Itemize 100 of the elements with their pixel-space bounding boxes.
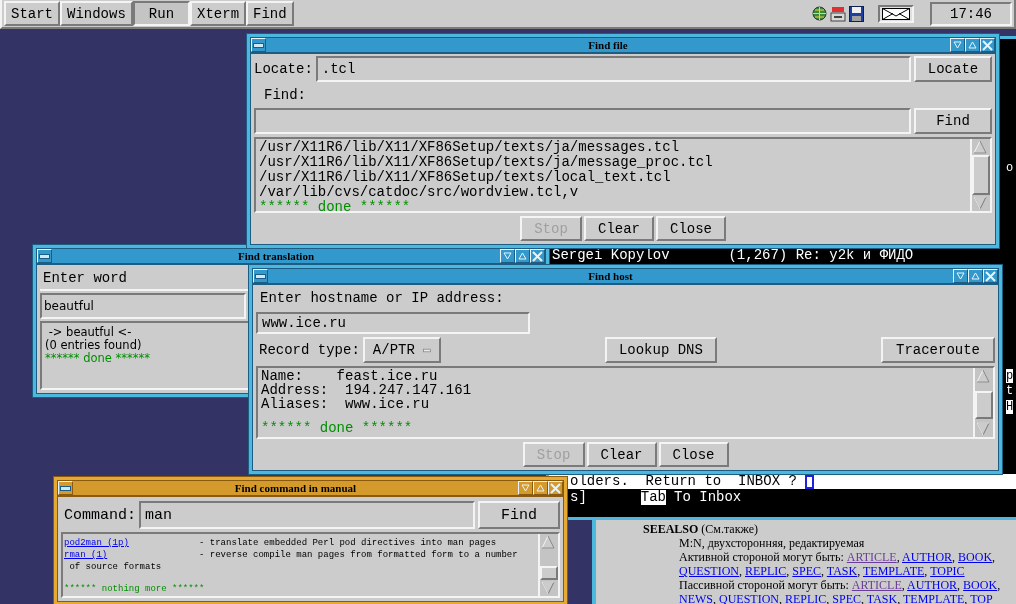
scrollbar[interactable] xyxy=(970,139,990,211)
reference-link[interactable]: NEWS xyxy=(679,592,713,604)
prompt-text: olders. Return to INBOX ? xyxy=(570,474,798,489)
taskbar-button[interactable]: Windows xyxy=(60,1,133,26)
window-title: Find file xyxy=(587,39,629,51)
envelope-icon xyxy=(882,7,910,20)
result-line: (0 entries found) xyxy=(45,339,142,352)
text-line: Пассивной стороной могут быть: ARTICLE, AUTHOR, BOOK, xyxy=(678,578,1002,592)
field-label: Record type: xyxy=(259,342,360,358)
minimize-button[interactable] xyxy=(950,38,965,52)
menu-bar-icon xyxy=(255,273,266,279)
minimize-button[interactable] xyxy=(518,481,533,495)
window-menu-button[interactable] xyxy=(253,269,268,283)
result-line: /usr/X11R6/lib/X11/XF86Setup/texts/ja/message_proc.tcl xyxy=(259,155,713,170)
minimize-button[interactable] xyxy=(500,249,515,263)
down-triangle-icon xyxy=(956,272,965,280)
field-label: Locate: xyxy=(254,61,313,77)
find-field[interactable] xyxy=(254,108,911,134)
command-field[interactable]: man xyxy=(139,501,475,529)
text-fragment: o xyxy=(1006,161,1014,175)
text-fragment: p xyxy=(1006,369,1014,383)
window-title: Find command in manual xyxy=(233,482,358,494)
status-text: ****** done ****** xyxy=(45,352,150,365)
maximize-button[interactable] xyxy=(533,481,548,495)
up-triangle-icon xyxy=(536,484,545,492)
word-field[interactable]: beautful xyxy=(40,293,246,319)
traceroute-button[interactable]: Traceroute xyxy=(881,337,995,363)
scroll-thumb[interactable] xyxy=(975,391,993,420)
taskbar-button[interactable]: Xterm xyxy=(190,1,247,26)
lookup-dns-button[interactable]: Lookup DNS xyxy=(604,337,717,363)
down-triangle-icon xyxy=(953,41,962,49)
scroll-thumb[interactable] xyxy=(540,566,558,580)
menu-bar-icon xyxy=(253,42,264,48)
key-hint: To Inbox xyxy=(674,490,742,505)
record-type-dropdown[interactable]: A/PTR xyxy=(362,337,441,363)
maximize-button[interactable] xyxy=(965,38,980,52)
menu-bar-icon xyxy=(39,253,50,259)
floppy-icon[interactable] xyxy=(849,5,864,22)
window-menu-button[interactable] xyxy=(58,481,73,495)
result-line: Name: feast.ice.ru xyxy=(261,369,438,383)
status-text: ****** done ****** xyxy=(261,421,413,435)
maximize-button[interactable] xyxy=(515,249,530,263)
window-menu-button[interactable] xyxy=(37,249,52,263)
field-label: Command: xyxy=(63,506,136,524)
message-line: Sergei Kopylov (1,267) Re: y2k и ФИДО xyxy=(552,248,914,263)
text-fragment: t xyxy=(1006,384,1014,398)
command-link[interactable]: pod2man (1p) xyxy=(64,537,199,549)
status-text: ****** nothing more ****** xyxy=(64,583,205,595)
scrollbar[interactable] xyxy=(973,368,993,437)
reference-link[interactable]: TOP xyxy=(970,592,993,604)
result-line: -> beautful <- xyxy=(47,326,132,339)
reference-link[interactable]: TOPIC xyxy=(930,564,965,578)
down-triangle-icon xyxy=(503,252,512,260)
cross-icon xyxy=(532,250,543,262)
field-label: Enter word xyxy=(43,270,127,286)
reference-link[interactable]: ARTICLE xyxy=(851,578,902,592)
taskbar-button[interactable]: Start xyxy=(4,1,60,26)
close-button[interactable] xyxy=(983,269,998,283)
command-description: - translate embedded Perl pod directives into man pages xyxy=(199,537,497,549)
find-button[interactable]: Find xyxy=(478,501,560,529)
mail-button[interactable] xyxy=(878,4,914,23)
menu-bar-icon xyxy=(60,485,71,491)
up-triangle-icon xyxy=(518,252,527,260)
clear-button[interactable]: Clear xyxy=(586,442,657,467)
maximize-button[interactable] xyxy=(968,269,983,283)
find-button[interactable]: Find xyxy=(914,108,992,134)
globe-icon[interactable] xyxy=(812,6,827,21)
window-menu-button[interactable] xyxy=(251,38,266,52)
scrollbar[interactable] xyxy=(538,534,558,596)
close-button[interactable] xyxy=(548,481,563,495)
dropdown-indicator-icon xyxy=(422,347,431,353)
taskbar-button[interactable]: Find xyxy=(246,1,294,26)
hostname-field[interactable]: www.ice.ru xyxy=(256,312,530,334)
result-line: Aliases: www.ice.ru xyxy=(261,397,430,411)
close-button[interactable] xyxy=(980,38,995,52)
window-title: Find translation xyxy=(236,250,316,262)
result-line: /var/lib/cvs/catdoc/src/wordview.tcl,v xyxy=(259,185,579,200)
cross-icon xyxy=(550,482,561,494)
text-line: QUESTION, REPLIC, SPEC, TASK, TEMPLATE, TOPIC xyxy=(678,564,966,578)
status-text: ****** done ****** xyxy=(259,200,411,211)
result-line: Address: 194.247.147.161 xyxy=(261,383,472,397)
minimize-button[interactable] xyxy=(953,269,968,283)
text-line: Активной стороной могут быть: ARTICLE, AUTHOR, BOOK, xyxy=(678,550,997,564)
up-triangle-icon xyxy=(968,41,977,49)
text-line: SEEALSO (См.также) xyxy=(643,522,759,536)
close-button[interactable]: Close xyxy=(658,442,729,467)
key-label: Tab xyxy=(640,490,667,505)
command-link[interactable]: rman (1) xyxy=(64,549,199,561)
close-button[interactable] xyxy=(530,249,545,263)
key-hint: s] xyxy=(570,490,587,505)
locate-button[interactable]: Locate xyxy=(914,56,992,82)
cross-icon xyxy=(982,39,993,51)
command-description: of source formats xyxy=(68,561,162,573)
reference-link[interactable]: QUESTION xyxy=(679,564,739,578)
drive-icon[interactable] xyxy=(830,5,846,22)
taskbar-button[interactable]: Run xyxy=(132,1,191,26)
close-button[interactable]: Close xyxy=(656,216,726,241)
clear-button[interactable]: Clear xyxy=(584,216,654,241)
reference-link[interactable]: ARTICLE xyxy=(846,550,897,564)
locate-field[interactable]: .tcl xyxy=(315,56,911,82)
